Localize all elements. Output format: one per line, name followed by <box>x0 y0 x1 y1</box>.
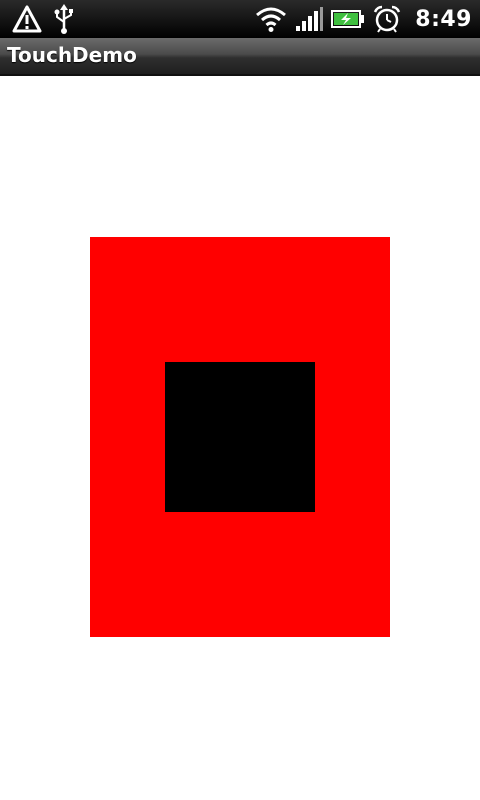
status-clock: 8:49 <box>415 6 472 32</box>
system-tray: 8:49 <box>255 3 472 35</box>
wifi-icon <box>255 5 287 33</box>
alarm-icon <box>373 5 401 33</box>
notification-area <box>12 4 76 34</box>
usb-icon <box>52 4 76 34</box>
draggable-black-square[interactable] <box>165 362 315 512</box>
signal-icon <box>295 6 324 32</box>
app-title: TouchDemo <box>7 43 137 67</box>
screen: 8:49 TouchDemo <box>0 0 480 800</box>
battery-charging-icon <box>331 9 365 29</box>
title-bar: TouchDemo <box>0 38 480 76</box>
warning-icon <box>12 5 42 33</box>
status-bar: 8:49 <box>0 0 480 38</box>
